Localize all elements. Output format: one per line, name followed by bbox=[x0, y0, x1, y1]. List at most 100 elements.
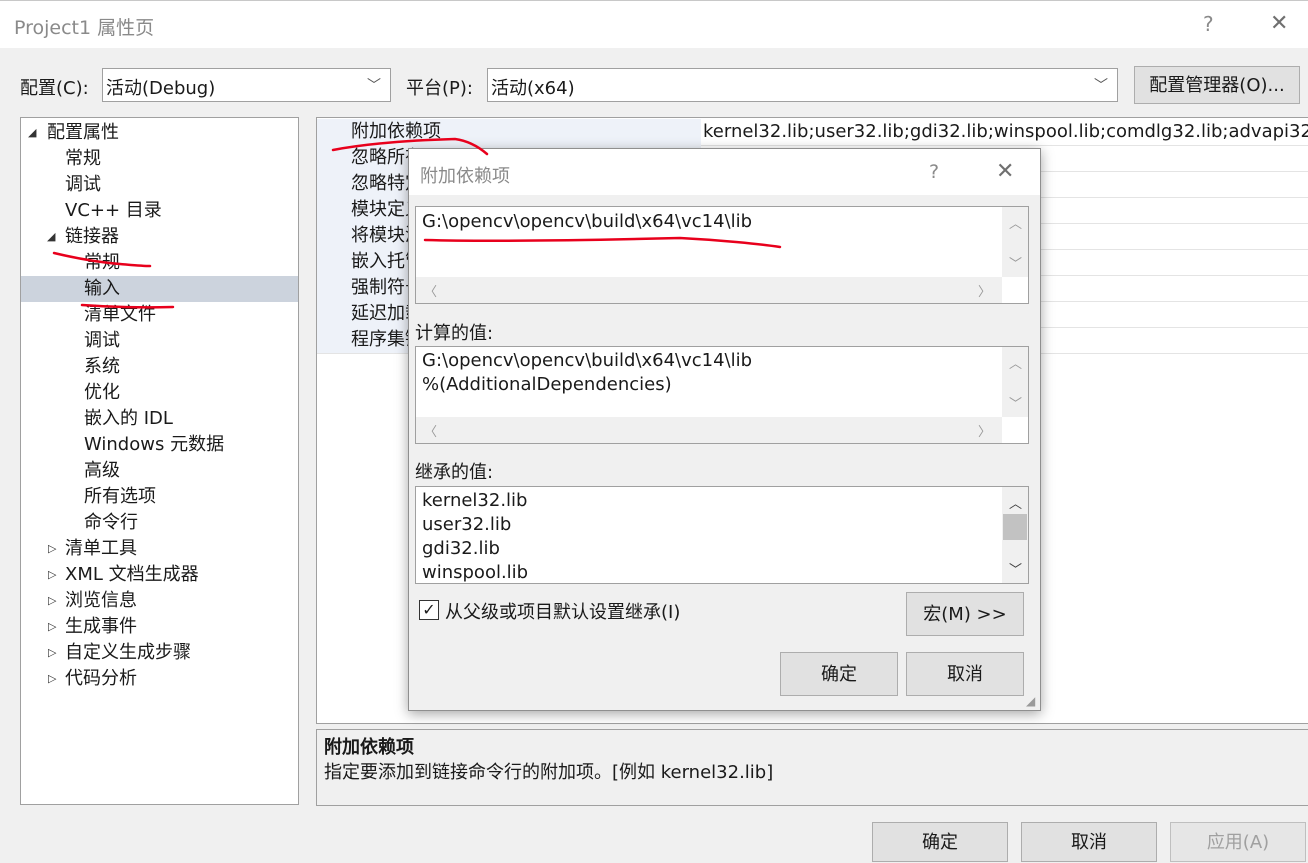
tree-item-command-line[interactable]: 命令行 bbox=[21, 510, 298, 536]
config-combobox[interactable]: 活动(Debug) ﹀ bbox=[102, 68, 391, 102]
tree-item-linker-debugging[interactable]: 调试 bbox=[21, 328, 298, 354]
tree-item-label: XML 文档生成器 bbox=[65, 564, 199, 585]
platform-combobox[interactable]: 活动(x64) ﹀ bbox=[487, 68, 1118, 102]
help-icon[interactable]: ? bbox=[929, 161, 939, 183]
property-tree[interactable]: ◢ 配置属性 常规 调试 VC++ 目录 ◢ 链接器 常规 输入 清单文件 调试… bbox=[20, 117, 299, 805]
tree-item-embedded-idl[interactable]: 嵌入的 IDL bbox=[21, 406, 298, 432]
scroll-up-icon[interactable]: ︿ bbox=[1009, 493, 1022, 512]
dialog-ok-button[interactable]: 确定 bbox=[780, 652, 898, 696]
scroll-down-icon[interactable]: ﹀ bbox=[1009, 253, 1022, 272]
horizontal-scrollbar[interactable]: 〈 〉 bbox=[416, 417, 1002, 443]
tree-item-vc-directories[interactable]: VC++ 目录 bbox=[21, 198, 298, 224]
tree-item-xml-doc-generator[interactable]: ▷ XML 文档生成器 bbox=[21, 562, 298, 588]
description-panel: 附加依赖项 指定要添加到链接命令行的附加项。[例如 kernel32.lib] bbox=[316, 729, 1308, 806]
inherited-values-label: 继承的值: bbox=[415, 462, 494, 483]
tree-item-code-analysis[interactable]: ▷ 代码分析 bbox=[21, 666, 298, 692]
dialog-title-bar: 附加依赖项 ? ✕ bbox=[409, 149, 1040, 195]
scroll-right-icon[interactable]: 〉 bbox=[978, 421, 991, 440]
macros-button[interactable]: 宏(M) >> bbox=[906, 592, 1024, 636]
tree-item-label: 自定义生成步骤 bbox=[65, 642, 191, 663]
horizontal-scrollbar[interactable]: 〈 〉 bbox=[416, 277, 1002, 303]
tree-item-label: 所有选项 bbox=[84, 486, 156, 507]
tree-item-optimization[interactable]: 优化 bbox=[21, 380, 298, 406]
collapsed-arrow-icon[interactable]: ▷ bbox=[48, 536, 56, 562]
tree-item-label: 常规 bbox=[84, 252, 120, 273]
scroll-left-icon[interactable]: 〈 bbox=[424, 421, 437, 440]
tree-item-build-events[interactable]: ▷ 生成事件 bbox=[21, 614, 298, 640]
tree-item-custom-build-step[interactable]: ▷ 自定义生成步骤 bbox=[21, 640, 298, 666]
tree-item-label: VC++ 目录 bbox=[65, 200, 162, 221]
expanded-arrow-icon[interactable]: ◢ bbox=[47, 224, 55, 250]
platform-value: 活动(x64) bbox=[491, 78, 575, 99]
scroll-down-icon[interactable]: ﹀ bbox=[1009, 393, 1022, 412]
collapsed-arrow-icon[interactable]: ▷ bbox=[48, 588, 56, 614]
help-icon[interactable]: ? bbox=[1203, 12, 1214, 36]
tree-item-label: 代码分析 bbox=[65, 668, 137, 689]
tree-item-label: 配置属性 bbox=[47, 122, 119, 143]
vertical-scrollbar[interactable]: ︿ ﹀ bbox=[1002, 347, 1028, 417]
description-text: 指定要添加到链接命令行的附加项。[例如 kernel32.lib] bbox=[324, 762, 774, 783]
inherited-value-line: kernel32.lib bbox=[422, 490, 528, 511]
property-row-additional-dependencies[interactable]: 附加依赖项 kernel32.lib;user32.lib;gdi32.lib;… bbox=[317, 119, 1308, 146]
inherit-checkbox[interactable]: ✓ bbox=[419, 600, 439, 620]
tree-item-linker[interactable]: ◢ 链接器 bbox=[21, 224, 298, 250]
computed-value-line: G:\opencv\opencv\build\x64\vc14\lib bbox=[422, 350, 753, 371]
inherit-checkbox-label[interactable]: 从父级或项目默认设置继承(I) bbox=[445, 598, 680, 624]
tree-item-config-properties[interactable]: ◢ 配置属性 bbox=[21, 120, 298, 146]
collapsed-arrow-icon[interactable]: ▷ bbox=[48, 666, 56, 692]
vertical-scrollbar[interactable]: ︿ ﹀ bbox=[1002, 207, 1028, 277]
title-bar: Project1 属性页 ? ✕ bbox=[0, 0, 1308, 48]
platform-label: 平台(P): bbox=[406, 78, 473, 99]
tree-item-browse-info[interactable]: ▷ 浏览信息 bbox=[21, 588, 298, 614]
tree-item-linker-general[interactable]: 常规 bbox=[21, 250, 298, 276]
tree-item-windows-metadata[interactable]: Windows 元数据 bbox=[21, 432, 298, 458]
tree-item-manifest-tool[interactable]: ▷ 清单工具 bbox=[21, 536, 298, 562]
collapsed-arrow-icon[interactable]: ▷ bbox=[48, 614, 56, 640]
dialog-cancel-button[interactable]: 取消 bbox=[906, 652, 1024, 696]
scroll-down-icon[interactable]: ﹀ bbox=[1009, 559, 1022, 578]
chevron-down-icon: ﹀ bbox=[367, 78, 381, 94]
tree-item-label: 调试 bbox=[65, 174, 101, 195]
tree-item-label: 命令行 bbox=[84, 512, 138, 533]
collapsed-arrow-icon[interactable]: ▷ bbox=[48, 562, 56, 588]
scroll-left-icon[interactable]: 〈 bbox=[424, 281, 437, 300]
inherited-value-line: user32.lib bbox=[422, 514, 512, 535]
cancel-button[interactable]: 取消 bbox=[1021, 822, 1157, 862]
scroll-up-icon[interactable]: ︿ bbox=[1009, 353, 1022, 372]
close-icon[interactable]: ✕ bbox=[1270, 11, 1288, 36]
tree-item-label: 清单文件 bbox=[84, 304, 156, 325]
tree-item-label: 优化 bbox=[84, 382, 120, 403]
tree-item-label: 链接器 bbox=[65, 226, 119, 247]
property-value[interactable]: kernel32.lib;user32.lib;gdi32.lib;winspo… bbox=[703, 119, 1308, 145]
collapsed-arrow-icon[interactable]: ▷ bbox=[48, 640, 56, 666]
tree-item-debugging[interactable]: 调试 bbox=[21, 172, 298, 198]
tree-item-general[interactable]: 常规 bbox=[21, 146, 298, 172]
inherited-value-line: winspool.lib bbox=[422, 562, 529, 583]
tree-item-label: 生成事件 bbox=[65, 616, 137, 637]
scroll-right-icon[interactable]: 〉 bbox=[978, 281, 991, 300]
expanded-arrow-icon[interactable]: ◢ bbox=[28, 120, 36, 146]
tree-item-label: 系统 bbox=[84, 356, 120, 377]
window-title: Project1 属性页 bbox=[14, 17, 155, 39]
tree-item-label: 嵌入的 IDL bbox=[84, 408, 173, 429]
ok-button[interactable]: 确定 bbox=[872, 822, 1008, 862]
resize-grip-icon[interactable]: ◢ bbox=[1026, 694, 1035, 708]
tree-item-linker-input[interactable]: 输入 bbox=[21, 276, 298, 302]
config-manager-button[interactable]: 配置管理器(O)... bbox=[1134, 66, 1300, 104]
computed-values-label: 计算的值: bbox=[415, 323, 494, 344]
tree-item-all-options[interactable]: 所有选项 bbox=[21, 484, 298, 510]
inherited-values-box[interactable]: kernel32.lib user32.lib gdi32.lib winspo… bbox=[415, 486, 1029, 584]
tree-item-system[interactable]: 系统 bbox=[21, 354, 298, 380]
description-title: 附加依赖项 bbox=[324, 737, 414, 758]
apply-button[interactable]: 应用(A) bbox=[1170, 822, 1306, 862]
dependencies-input-value[interactable]: G:\opencv\opencv\build\x64\vc14\lib bbox=[422, 211, 752, 232]
close-icon[interactable]: ✕ bbox=[996, 159, 1014, 184]
dependencies-input[interactable]: G:\opencv\opencv\build\x64\vc14\lib ︿ ﹀ … bbox=[415, 206, 1029, 304]
computed-values-box[interactable]: G:\opencv\opencv\build\x64\vc14\lib %(Ad… bbox=[415, 346, 1029, 444]
scroll-up-icon[interactable]: ︿ bbox=[1009, 213, 1022, 232]
scrollbar-thumb[interactable] bbox=[1003, 514, 1027, 540]
tree-item-label: 清单工具 bbox=[65, 538, 137, 559]
tree-item-manifest-file[interactable]: 清单文件 bbox=[21, 302, 298, 328]
tree-item-advanced[interactable]: 高级 bbox=[21, 458, 298, 484]
vertical-scrollbar[interactable]: ︿ ﹀ bbox=[1002, 487, 1028, 583]
